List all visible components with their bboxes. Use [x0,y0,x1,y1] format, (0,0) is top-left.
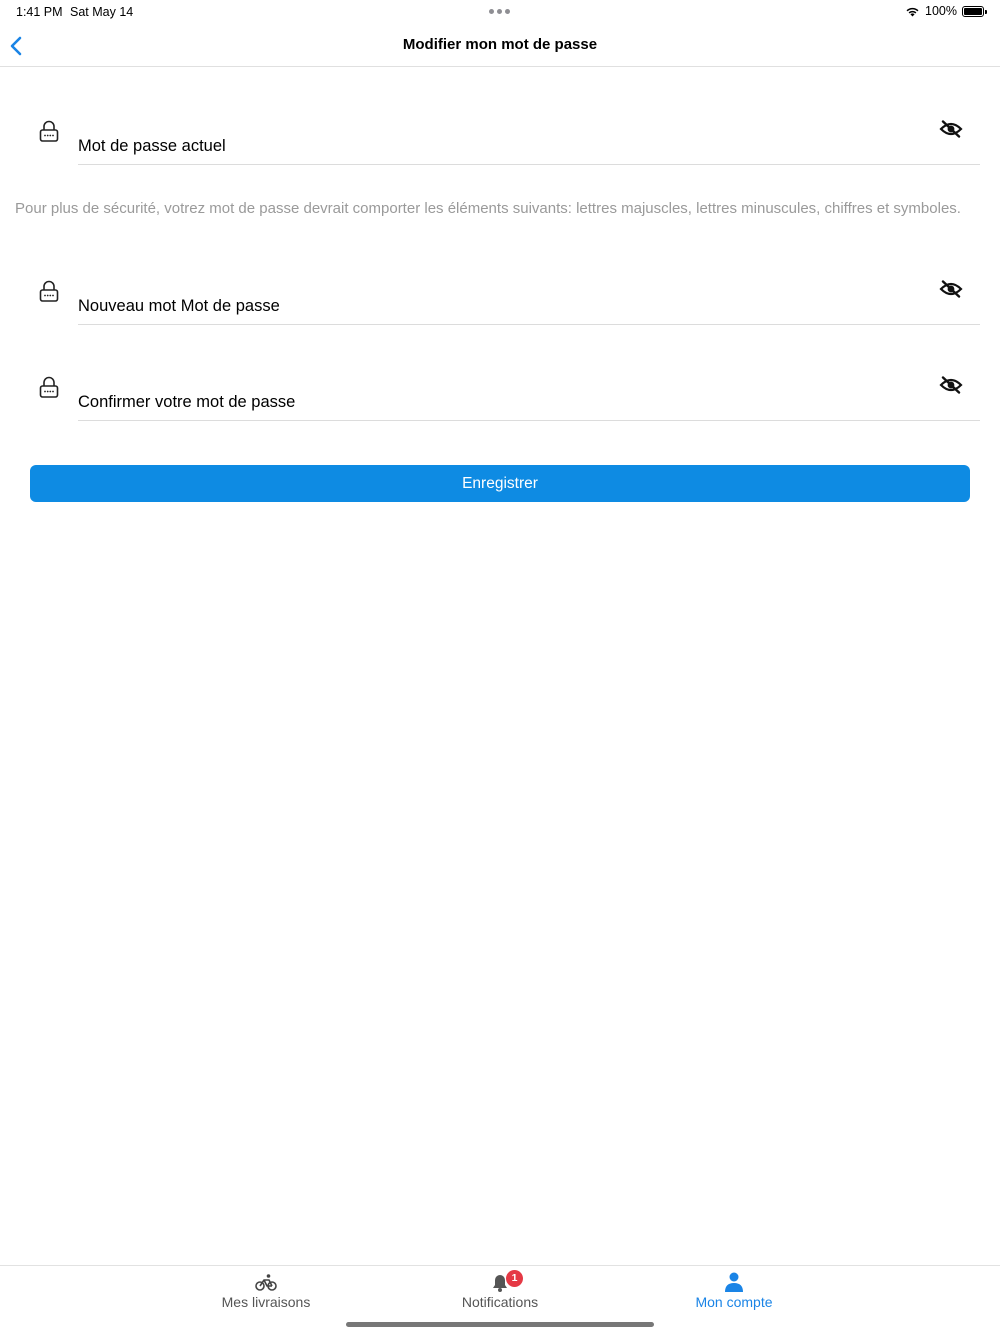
status-time: 1:41 PM [16,5,63,19]
status-bar: 1:41 PM Sat May 14 100% [0,0,1000,26]
lock-icon [39,280,59,302]
confirm-password-field [0,376,1000,436]
home-indicator [346,1322,654,1327]
tab-mes-livraisons[interactable]: Mes livraisons [166,1266,366,1321]
field-underline [78,164,980,165]
current-password-field [0,120,1000,180]
battery-icon [962,5,987,17]
password-requirements-text: Pour plus de sécurité, votrez mot de pas… [15,200,961,217]
person-icon [725,1272,743,1292]
page-title: Modifier mon mot de passe [402,36,598,53]
tab-mon-compte[interactable]: Mon compte [634,1266,834,1321]
navigation-bar: Modifier mon mot de passe [0,26,1000,67]
status-date: Sat May 14 [70,5,134,19]
bicycle-icon [255,1274,277,1291]
lock-icon [39,120,59,142]
save-button[interactable]: Enregistrer [30,465,970,502]
notification-badge: 1 [506,1270,523,1287]
field-underline [78,324,980,325]
tab-notifications[interactable]: 1 Notifications [400,1266,600,1321]
battery-percentage: 100% [925,4,957,18]
wifi-icon [906,7,919,16]
tab-label: Mon compte [695,1294,773,1310]
tab-label: Notifications [461,1294,539,1310]
current-password-input[interactable] [78,132,938,160]
new-password-field [0,280,1000,340]
status-right: 100% [905,4,987,18]
multitasking-dots-icon[interactable] [489,9,510,14]
new-password-input[interactable] [78,292,938,320]
eye-off-icon[interactable] [939,280,963,298]
eye-off-icon[interactable] [939,120,963,138]
confirm-password-input[interactable] [78,388,938,416]
field-underline [78,420,980,421]
tab-label: Mes livraisons [221,1294,311,1310]
lock-icon [39,376,59,398]
eye-off-icon[interactable] [939,376,963,394]
